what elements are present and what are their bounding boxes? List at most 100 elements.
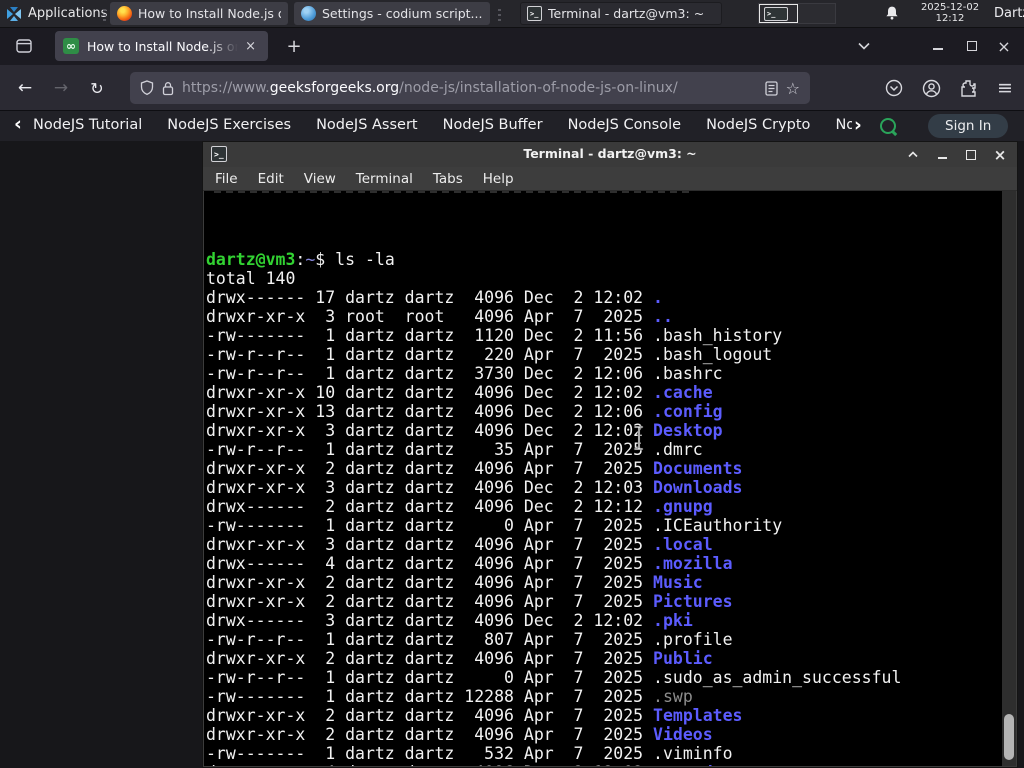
subnav-link[interactable]: NodeJS Crypto (706, 117, 810, 133)
applications-label: Applications (28, 6, 108, 21)
terminal-menu-file[interactable]: File (205, 171, 248, 187)
minimize-icon (937, 157, 947, 159)
terminal-line: drwx------ 4 dartz dartz 4096 Apr 7 2025… (206, 554, 733, 573)
terminal-line: drwxrwxr-x 4 dartz dartz 4096 Dec 2 12:0… (206, 763, 1002, 766)
window-minimize-button[interactable] (926, 35, 950, 57)
terminal-line: -rw-r--r-- 1 dartz dartz 807 Apr 7 2025 … (206, 630, 733, 649)
forward-button[interactable]: → (48, 75, 74, 101)
terminal-menu-view[interactable]: View (294, 171, 346, 187)
maximize-icon (967, 41, 977, 51)
taskbar: How to Install Node.js o... Settings - co… (110, 2, 722, 25)
search-icon[interactable] (880, 118, 896, 134)
terminal-line: drwxr-xr-x 10 dartz dartz 4096 Dec 2 12:… (206, 383, 713, 402)
codium-icon (301, 6, 316, 21)
pocket-icon[interactable] (883, 77, 905, 99)
browser-tab[interactable]: ∞ How to Install Node.js on × (55, 31, 268, 61)
terminal-maximize-button[interactable] (964, 148, 978, 162)
terminal-menubar: File Edit View Terminal Tabs Help (203, 167, 1017, 191)
tab-close-icon[interactable]: × (241, 38, 260, 55)
toolbar-right-icons: ≡ (883, 75, 1016, 101)
new-tab-button[interactable]: + (282, 34, 306, 58)
page-subnav: ‹ NodeJS Tutorial NodeJS Exercises NodeJS … (0, 111, 1024, 141)
scrollbar-thumb[interactable] (1004, 714, 1014, 760)
terminal-menu-edit[interactable]: Edit (248, 171, 294, 187)
terminal-line: -rw-r--r-- 1 dartz dartz 3730 Dec 2 12:0… (206, 364, 723, 383)
terminal-line: total 140 (206, 269, 296, 288)
terminal-line: drwxr-xr-x 2 dartz dartz 4096 Apr 7 2025… (206, 706, 743, 725)
subnav-link[interactable]: NodeJS Buffer (443, 117, 543, 133)
terminal-line: drwx------ 17 dartz dartz 4096 Dec 2 12:… (206, 288, 663, 307)
url-bar[interactable]: https://www.geeksforgeeks.org/node-js/in… (130, 72, 810, 104)
terminal-line: drwxr-xr-x 13 dartz dartz 4096 Dec 2 12:… (206, 402, 723, 421)
subnav-links: NodeJS Tutorial NodeJS Exercises NodeJS As… (33, 117, 863, 133)
taskbar-button-codium[interactable]: Settings - codium script... (294, 2, 490, 25)
back-button[interactable]: ← (12, 75, 38, 101)
terminal-line: drwx------ 2 dartz dartz 4096 Dec 2 12:1… (206, 497, 713, 516)
clock[interactable]: 2025-12-02 12:12 (912, 2, 988, 24)
terminal-window: >_ Terminal - dartz@vm3: ~ × File Edit Vie… (202, 141, 1018, 768)
taskbar-button-label: Terminal - dartz@vm3: ~ (548, 6, 705, 21)
terminal-line: -rw------- 1 dartz dartz 532 Apr 7 2025 … (206, 744, 733, 763)
chevron-up-icon (908, 151, 918, 158)
desktop: Applications How to Install Node.js o...… (0, 0, 1024, 768)
taskbar-button-label: How to Install Node.js o... (138, 6, 281, 21)
workspace-active[interactable]: >_ (759, 4, 798, 23)
firefox-view-button[interactable] (12, 35, 36, 57)
reader-mode-icon[interactable] (765, 80, 778, 96)
terminal-line: -rw-r--r-- 1 dartz dartz 220 Apr 7 2025 … (206, 345, 773, 364)
bookmark-star-icon[interactable]: ☆ (786, 79, 800, 98)
tab-title: How to Install Node.js on (87, 38, 242, 54)
firefox-view-icon (16, 39, 32, 53)
workspace-switcher[interactable]: >_ (758, 3, 836, 24)
geeksforgeeks-favicon: ∞ (63, 38, 79, 54)
top-panel: Applications How to Install Node.js o...… (0, 0, 1024, 28)
navigation-toolbar: ← → ↻ https://www.geeksforgeeks.org/node… (0, 65, 1024, 111)
terminal-shade-button[interactable] (906, 148, 920, 162)
subnav-link[interactable]: NodeJS Tutorial (33, 117, 142, 133)
tracking-shield-icon[interactable] (140, 80, 154, 96)
subnav-scroll-left-icon[interactable]: ‹ (14, 113, 22, 135)
terminal-close-button[interactable]: × (993, 146, 1007, 164)
terminal-line: drwxr-xr-x 3 dartz dartz 4096 Apr 7 2025… (206, 535, 713, 554)
firefox-icon (117, 6, 132, 21)
terminal-output[interactable]: dartz@vm3:~$ ls -la total 140 drwx------ 1… (204, 191, 1002, 766)
window-maximize-button[interactable] (960, 35, 984, 57)
terminal-line: drwxr-xr-x 2 dartz dartz 4096 Apr 7 2025… (206, 592, 733, 611)
reload-button[interactable]: ↻ (84, 75, 110, 101)
account-icon[interactable] (920, 77, 942, 99)
terminal-minimize-button[interactable] (935, 148, 949, 162)
user-menu[interactable]: Dartz (994, 6, 1024, 21)
terminal-menu-tabs[interactable]: Tabs (423, 171, 473, 187)
extensions-puzzle-icon[interactable] (957, 77, 979, 99)
taskbar-button-firefox[interactable]: How to Install Node.js o... (110, 2, 288, 25)
terminal-scrollbar[interactable] (1002, 191, 1016, 766)
taskbar-button-terminal[interactable]: >_ Terminal - dartz@vm3: ~ (520, 2, 722, 25)
workspace-2[interactable] (798, 4, 835, 23)
terminal-titlebar[interactable]: >_ Terminal - dartz@vm3: ~ × (203, 142, 1017, 167)
window-close-button[interactable]: × (992, 35, 1016, 57)
subnav-link[interactable]: NodeJS Assert (316, 117, 418, 133)
subnav-link[interactable]: NodeJS Console (568, 117, 682, 133)
terminal-line: drwxr-xr-x 3 root root 4096 Apr 7 2025 .… (206, 307, 673, 326)
applications-menu[interactable]: Applications (6, 0, 107, 27)
terminal-line: drwxr-xr-x 2 dartz dartz 4096 Apr 7 2025… (206, 725, 713, 744)
panel-separator (103, 6, 106, 21)
subnav-link[interactable]: NodeJS Exercises (167, 117, 291, 133)
terminal-line: drwxr-xr-x 2 dartz dartz 4096 Apr 7 2025… (206, 573, 703, 592)
mouse-cursor-ibeam (633, 425, 644, 451)
menu-hamburger-icon[interactable]: ≡ (994, 77, 1016, 99)
list-all-tabs-button[interactable] (852, 35, 876, 57)
notification-bell-icon[interactable] (884, 5, 900, 22)
terminal-window-controls: × (906, 142, 1007, 167)
terminal-menu-help[interactable]: Help (473, 171, 524, 187)
terminal-line: -rw------- 1 dartz dartz 1120 Dec 2 11:5… (206, 326, 783, 345)
terminal-line: -rw-r--r-- 1 dartz dartz 35 Apr 7 2025 .… (206, 440, 703, 459)
lock-icon[interactable] (162, 81, 174, 96)
terminal-line: drwxr-xr-x 2 dartz dartz 4096 Apr 7 2025… (206, 649, 713, 668)
sign-in-button[interactable]: Sign In (928, 114, 1009, 138)
terminal-menu-terminal[interactable]: Terminal (346, 171, 423, 187)
chevron-down-icon (858, 42, 870, 50)
subnav-scroll-right-icon[interactable]: › (852, 114, 864, 136)
taskbar-button-label: Settings - codium script... (322, 6, 483, 21)
terminal-line: -rw------- 1 dartz dartz 12288 Apr 7 202… (206, 687, 693, 706)
